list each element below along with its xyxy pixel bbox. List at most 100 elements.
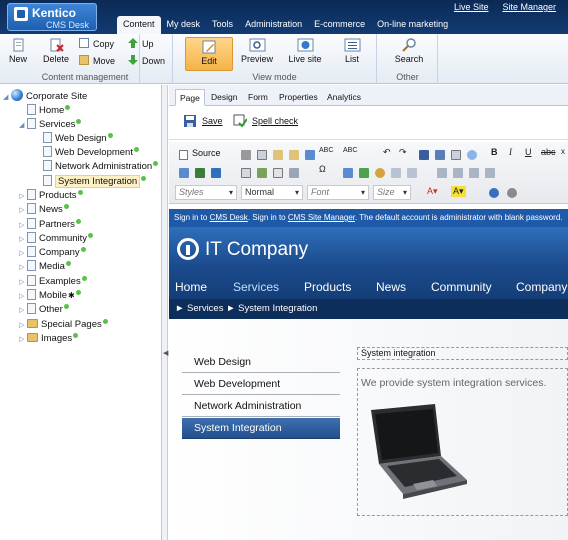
copy-icon[interactable] <box>257 150 267 160</box>
italic-icon[interactable]: I <box>509 147 512 157</box>
list-button[interactable]: List <box>337 38 367 70</box>
side-menu-network-administration[interactable]: Network Administration <box>182 396 340 417</box>
bold-icon[interactable]: B <box>491 147 498 157</box>
collapse-icon[interactable]: ◢ <box>3 91 11 104</box>
preview-button[interactable]: Preview <box>239 38 275 70</box>
save-icon[interactable] <box>183 114 197 128</box>
expand-icon[interactable]: ▷ <box>19 204 27 217</box>
expand-icon[interactable]: ▷ <box>19 276 27 289</box>
bullet-list-icon[interactable] <box>359 168 369 178</box>
editable-text-region[interactable]: We provide system integration services. <box>357 368 568 516</box>
tree-node-community[interactable]: ▷ Community <box>19 232 94 246</box>
format-select[interactable]: Normal <box>241 185 303 200</box>
kentico-logo[interactable]: Kentico CMS Desk <box>7 3 97 31</box>
paste-text-icon[interactable] <box>289 150 299 160</box>
size-select[interactable]: Size <box>373 185 411 200</box>
down-button[interactable]: Down <box>128 55 165 68</box>
spell-check-icon[interactable] <box>233 114 247 128</box>
strikethrough-icon[interactable]: abc <box>541 147 556 157</box>
tree-node-media[interactable]: ▷ Media <box>19 260 71 273</box>
tab-form[interactable]: Form <box>244 89 272 106</box>
tree-node-other[interactable]: ▷ Other <box>19 303 69 316</box>
side-menu-web-design[interactable]: Web Design <box>182 352 340 373</box>
site-nav-services[interactable]: Services <box>233 280 279 294</box>
delete-button[interactable]: Delete <box>42 38 70 70</box>
redo-icon[interactable]: ↷ <box>399 147 407 158</box>
find-icon[interactable] <box>419 150 429 160</box>
tab-administration[interactable]: Administration <box>239 16 308 34</box>
tree-node-images[interactable]: ▷ Images <box>19 332 79 346</box>
tree-node-mobile[interactable]: ▷ Mobile✱ <box>19 289 81 302</box>
subscript-icon[interactable]: x <box>561 147 565 156</box>
pane-splitter[interactable]: ◀ <box>162 85 168 540</box>
expand-icon[interactable]: ▷ <box>19 219 27 232</box>
source-icon[interactable] <box>179 150 188 160</box>
company-name[interactable]: IT Company <box>205 239 308 261</box>
spellcheck-abc-icon[interactable]: ABC <box>319 147 333 154</box>
tree-node-network-administration[interactable]: Network Administration <box>35 160 159 173</box>
replace-icon[interactable] <box>435 150 445 160</box>
cms-site-manager-link[interactable]: CMS Site Manager <box>288 213 355 222</box>
undo-icon[interactable]: ↶ <box>383 147 391 158</box>
tab-design[interactable]: Design <box>207 89 241 106</box>
expand-icon[interactable]: ▷ <box>19 233 27 246</box>
cms-desk-link[interactable]: CMS Desk <box>210 213 248 222</box>
styles-select[interactable]: Styles <box>175 185 237 200</box>
text-color-icon[interactable]: A▾ <box>427 186 438 197</box>
paste-icon[interactable] <box>273 150 283 160</box>
expand-icon[interactable]: ▷ <box>19 290 27 303</box>
collapse-pane-icon[interactable]: ◀ <box>163 349 168 357</box>
save-button[interactable]: Save <box>202 116 223 126</box>
new-button[interactable]: New <box>6 38 30 70</box>
quote-icon[interactable] <box>375 168 385 178</box>
align-justify-icon[interactable] <box>485 168 495 178</box>
up-button[interactable]: Up <box>128 38 154 51</box>
insert-link-icon[interactable] <box>195 168 205 178</box>
side-menu-system-integration[interactable]: System Integration <box>182 418 340 439</box>
expand-icon[interactable]: ▷ <box>19 190 27 203</box>
align-right-icon[interactable] <box>469 168 479 178</box>
tree-node-services[interactable]: ◢ Services <box>19 118 82 132</box>
tab-online-marketing[interactable]: On-line marketing <box>371 16 454 34</box>
tree-node-web-design[interactable]: Web Design <box>35 132 113 145</box>
font-select[interactable]: Font <box>307 185 369 200</box>
tree-node-partners[interactable]: ▷ Partners <box>19 218 81 231</box>
insert-table-icon[interactable] <box>241 168 251 178</box>
side-menu-web-development[interactable]: Web Development <box>182 374 340 395</box>
tab-properties[interactable]: Properties <box>275 89 322 106</box>
indent-icon[interactable] <box>407 168 417 178</box>
expand-icon[interactable]: ▷ <box>19 319 27 332</box>
insert-rule-icon[interactable] <box>273 168 283 178</box>
copy-button[interactable]: Copy <box>79 38 114 51</box>
tab-page[interactable]: Page <box>175 89 205 106</box>
insert-anchor-icon[interactable] <box>211 168 221 178</box>
ordered-list-icon[interactable] <box>343 168 353 178</box>
webpart-title[interactable]: System integration <box>357 347 568 360</box>
expand-icon[interactable]: ▷ <box>19 247 27 260</box>
spellcheck-as-you-type-icon[interactable]: ABC <box>343 147 357 154</box>
special-char-icon[interactable]: Ω <box>319 164 326 174</box>
site-nav-company[interactable]: Company <box>516 280 567 294</box>
expand-icon[interactable]: ▷ <box>19 304 27 317</box>
site-nav-home[interactable]: Home <box>175 280 207 294</box>
expand-icon[interactable]: ▷ <box>19 333 27 346</box>
site-manager-link[interactable]: Site Manager <box>502 2 556 12</box>
source-button[interactable]: Source <box>192 148 221 158</box>
tree-node-company[interactable]: ▷ Company <box>19 246 86 259</box>
tree-node-web-development[interactable]: Web Development <box>35 146 139 159</box>
background-color-icon[interactable]: A▾ <box>451 186 466 197</box>
collapse-icon[interactable]: ◢ <box>19 119 27 132</box>
remove-format-icon[interactable] <box>467 150 477 160</box>
site-nav-news[interactable]: News <box>376 280 406 294</box>
settings-gear-icon[interactable] <box>507 188 517 198</box>
insert-media-icon[interactable] <box>257 168 267 178</box>
tab-tools[interactable]: Tools <box>206 16 239 34</box>
tab-e-commerce[interactable]: E-commerce <box>308 16 371 34</box>
tab-content[interactable]: Content <box>117 16 161 34</box>
tab-analytics[interactable]: Analytics <box>323 89 365 106</box>
show-blocks-icon[interactable] <box>489 188 499 198</box>
insert-widget-icon[interactable] <box>289 168 299 178</box>
select-all-icon[interactable] <box>451 150 461 160</box>
tree-node-home[interactable]: Home <box>19 104 71 117</box>
tree-node-news[interactable]: ▷ News <box>19 203 69 216</box>
